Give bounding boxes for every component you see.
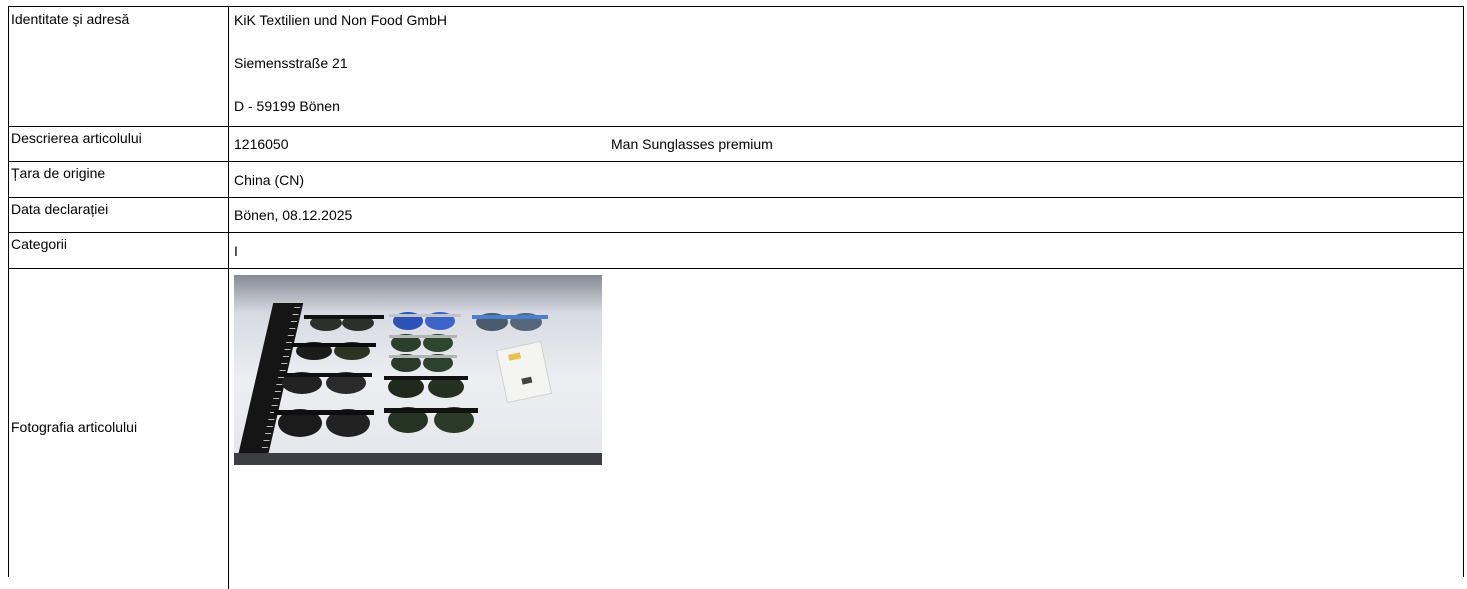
label-cell: Descrierea articolului — [9, 127, 229, 161]
value-cell: China (CN) — [229, 162, 1463, 197]
label-cell: Țara de origine — [9, 162, 229, 197]
row-date: Data declarației Bönen, 08.12.2025 — [9, 198, 1463, 233]
date-value: Bönen, 08.12.2025 — [234, 207, 353, 223]
sunglasses-row-3 — [278, 372, 468, 398]
label-cell: Data declarației — [9, 198, 229, 232]
company-street: Siemensstraße 21 — [234, 55, 348, 71]
category-value: I — [234, 243, 238, 259]
date-label: Data declarației — [11, 201, 109, 217]
value-cell: KiK Textilien und Non Food GmbH Siemenss… — [229, 7, 1463, 126]
photo-label: Fotografia articolului — [11, 419, 138, 435]
article-photo — [234, 275, 602, 465]
identity-label: Identitate și adresă — [11, 11, 130, 27]
category-label: Categorii — [11, 236, 68, 252]
value-cell: 1216050 Man Sunglasses premium — [229, 127, 1463, 161]
description-label: Descrierea articolului — [11, 130, 142, 146]
row-identity: Identitate și adresă KiK Textilien und N… — [9, 7, 1463, 127]
row-photo: Fotografia articolului — [9, 269, 1463, 589]
label-cell: Identitate și adresă — [9, 7, 229, 126]
row-description: Descrierea articolului 1216050 Man Sungl… — [9, 127, 1463, 162]
value-cell: I — [229, 233, 1463, 268]
sunglasses-image — [274, 312, 548, 437]
sunglasses-row-2 — [292, 334, 457, 372]
origin-label: Țara de origine — [11, 165, 106, 181]
row-category: Categorii I — [9, 233, 1463, 269]
article-number: 1216050 — [234, 136, 289, 152]
article-name: Man Sunglasses premium — [611, 136, 773, 152]
sunglasses-row-4 — [274, 407, 478, 437]
value-cell: Bönen, 08.12.2025 — [229, 198, 1463, 232]
company-city: D - 59199 Bönen — [234, 98, 340, 114]
company-name: KiK Textilien und Non Food GmbH — [234, 12, 447, 28]
label-cell: Categorii — [9, 233, 229, 268]
photo-floor — [234, 453, 602, 465]
origin-value: China (CN) — [234, 172, 305, 188]
sunglasses-row-1 — [304, 312, 548, 331]
declaration-table: Identitate și adresă KiK Textilien und N… — [8, 6, 1464, 589]
row-origin: Țara de origine China (CN) — [9, 162, 1463, 198]
value-cell — [229, 269, 1463, 589]
label-cell: Fotografia articolului — [9, 269, 229, 589]
